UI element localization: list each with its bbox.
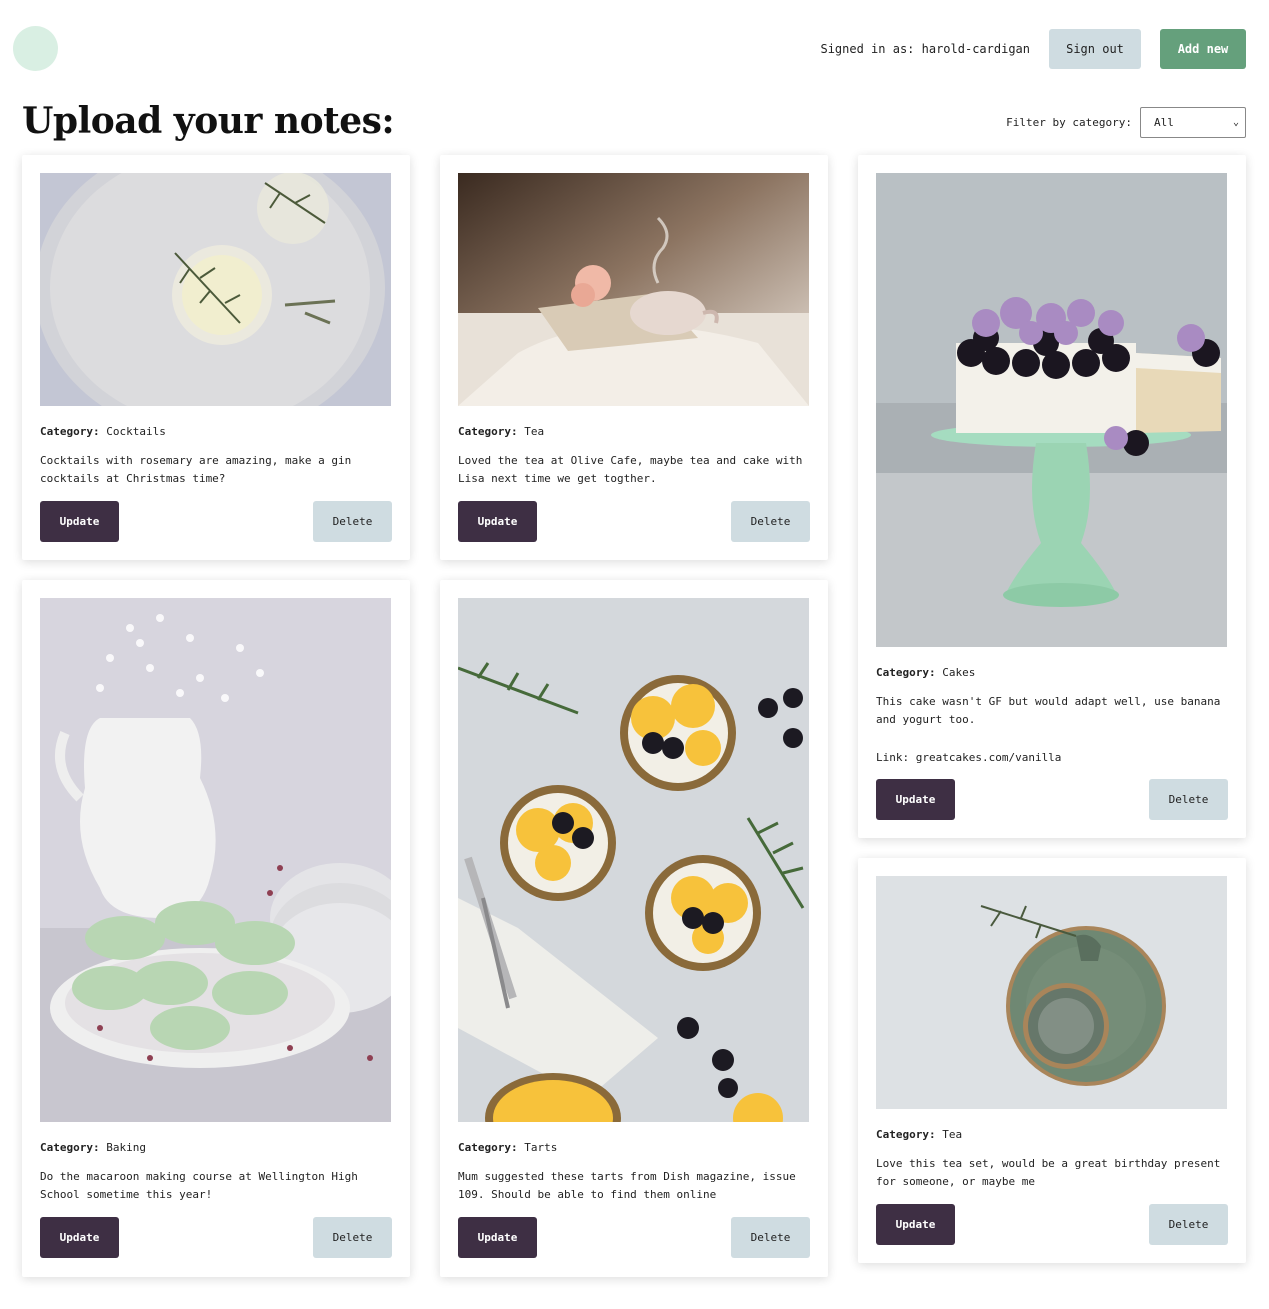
update-button[interactable]: Update [40, 501, 119, 542]
card-category: Category: Cocktails [40, 425, 166, 438]
note-image [40, 173, 391, 406]
signed-in-text: Signed in as: harold-cardigan [820, 42, 1030, 56]
note-card: Category: Tea Love this tea set, would b… [858, 858, 1246, 1263]
category-filter: Filter by category: All ⌄ [1006, 107, 1246, 138]
card-description: Do the macaroon making course at Welling… [40, 1170, 358, 1201]
logo[interactable] [13, 26, 58, 71]
card-description: Mum suggested these tarts from Dish maga… [458, 1170, 796, 1201]
note-card: Category: Cocktails Cocktails with rosem… [22, 155, 410, 560]
update-button[interactable]: Update [40, 1217, 119, 1258]
page-title: Upload your notes: [22, 100, 395, 142]
card-category: Category: Tarts [458, 1141, 558, 1154]
card-category: Category: Baking [40, 1141, 146, 1154]
card-category: Category: Tea [876, 1128, 963, 1141]
card-description: Loved the tea at Olive Cafe, maybe tea a… [458, 454, 803, 485]
card-link[interactable]: Link: greatcakes.com/vanilla [876, 751, 1061, 764]
note-card: Category: Baking Do the macaroon making … [22, 580, 410, 1277]
note-image [40, 598, 391, 1122]
card-description: This cake wasn't GF but would adapt well… [876, 695, 1221, 726]
update-button[interactable]: Update [458, 501, 537, 542]
header-actions: Signed in as: harold-cardigan Sign out A… [820, 29, 1246, 69]
card-description: Love this tea set, would be a great birt… [876, 1157, 1221, 1188]
delete-button[interactable]: Delete [313, 1217, 392, 1258]
card-category: Category: Cakes [876, 666, 976, 679]
add-new-button[interactable]: Add new [1160, 29, 1246, 69]
update-button[interactable]: Update [458, 1217, 537, 1258]
delete-button[interactable]: Delete [1149, 779, 1228, 820]
update-button[interactable]: Update [876, 1204, 955, 1245]
chevron-down-icon: ⌄ [1232, 117, 1239, 128]
delete-button[interactable]: Delete [1149, 1204, 1228, 1245]
note-card: Category: Tea Loved the tea at Olive Caf… [440, 155, 828, 560]
delete-button[interactable]: Delete [313, 501, 392, 542]
category-select-value: All [1154, 116, 1174, 129]
sign-out-button[interactable]: Sign out [1049, 29, 1141, 69]
note-image [458, 598, 809, 1122]
note-card: Category: Tarts Mum suggested these tart… [440, 580, 828, 1277]
delete-button[interactable]: Delete [731, 501, 810, 542]
note-image [458, 173, 809, 406]
category-select[interactable]: All ⌄ [1140, 107, 1246, 138]
update-button[interactable]: Update [876, 779, 955, 820]
note-image [876, 173, 1227, 647]
filter-label: Filter by category: [1006, 116, 1132, 129]
card-description: Cocktails with rosemary are amazing, mak… [40, 454, 352, 485]
delete-button[interactable]: Delete [731, 1217, 810, 1258]
card-category: Category: Tea [458, 425, 545, 438]
note-card: Category: Cakes This cake wasn't GF but … [858, 155, 1246, 838]
note-image [876, 876, 1227, 1109]
